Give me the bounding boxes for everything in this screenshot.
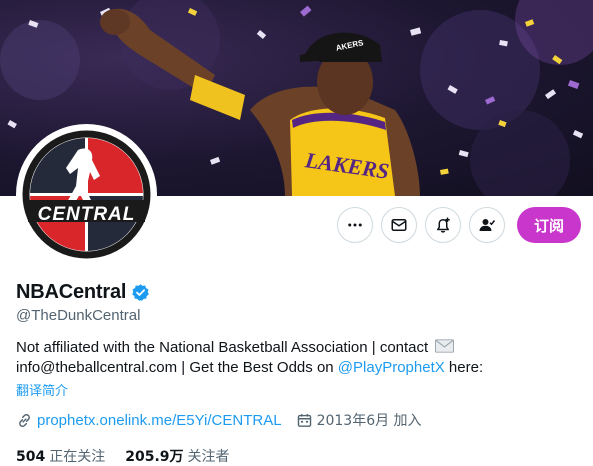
- bio-line-1: Not affiliated with the National Basketb…: [16, 339, 429, 356]
- calendar-icon: [297, 413, 311, 427]
- profile-actions: 订阅: [337, 207, 581, 243]
- followers-count: 205.9万: [125, 449, 184, 465]
- profile-avatar[interactable]: CENTRAL: [16, 124, 157, 265]
- display-name: NBACentral: [16, 281, 127, 303]
- envelope-emoji-icon: [435, 339, 455, 353]
- follow-stats: 504 正在关注 205.9万 关注者: [16, 446, 230, 466]
- join-date: 2013年6月 加入: [296, 410, 422, 430]
- translate-bio-link[interactable]: 翻译简介: [16, 380, 68, 399]
- bio-line-2: info@theballcentral.com | Get the Best O…: [16, 359, 338, 376]
- following-button[interactable]: [469, 207, 505, 243]
- followers-stat[interactable]: 205.9万 关注者: [125, 446, 229, 466]
- more-icon: [348, 223, 362, 227]
- following-label: 正在关注: [49, 449, 106, 465]
- display-name-row: NBACentral: [16, 281, 150, 304]
- followers-label: 关注者: [187, 449, 230, 465]
- following-stat[interactable]: 504 正在关注: [16, 446, 105, 466]
- notifications-button[interactable]: [425, 207, 461, 243]
- following-count: 504: [16, 449, 46, 465]
- join-date-text: 2013年6月 加入: [316, 413, 422, 429]
- avatar-wordmark: CENTRAL: [37, 204, 136, 225]
- bio-line-2-end: here:: [444, 359, 484, 376]
- central-logo-icon: [20, 128, 153, 261]
- verified-badge-icon[interactable]: [131, 283, 150, 302]
- bell-add-icon: [437, 217, 450, 233]
- person-check-icon: [479, 219, 496, 231]
- message-button[interactable]: [381, 207, 417, 243]
- more-button[interactable]: [337, 207, 373, 243]
- profile-meta: prophetx.onelink.me/E5Yi/CENTRAL 2013年6月…: [16, 410, 422, 430]
- subscribe-button[interactable]: 订阅: [517, 207, 581, 243]
- website-link[interactable]: prophetx.onelink.me/E5Yi/CENTRAL: [37, 412, 282, 429]
- profile-bio: Not affiliated with the National Basketb…: [16, 338, 581, 378]
- link-icon: [19, 413, 30, 427]
- user-handle: @TheDunkCentral: [16, 307, 141, 324]
- bio-mention-link[interactable]: @PlayProphetX: [338, 359, 445, 376]
- mail-icon: [391, 219, 407, 231]
